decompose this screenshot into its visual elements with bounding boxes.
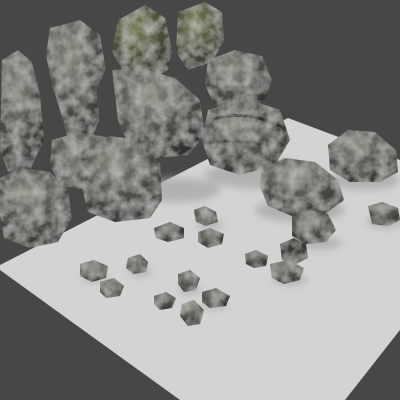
rock-assets-render bbox=[0, 2, 400, 400]
rock-pillar-left bbox=[0, 50, 44, 172]
3d-viewport bbox=[0, 0, 400, 400]
rock-pillar-tall bbox=[46, 20, 106, 140]
boulder-far-right bbox=[328, 130, 398, 182]
